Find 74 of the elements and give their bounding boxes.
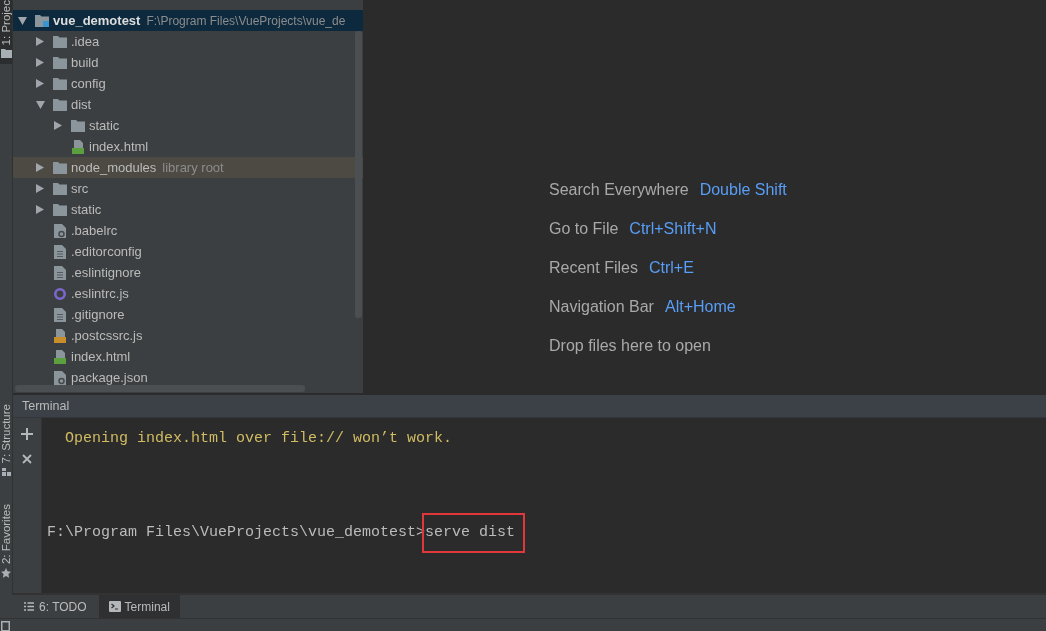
ring-icon	[54, 287, 66, 300]
caret-right-icon[interactable]	[36, 205, 44, 214]
blocks-icon	[1, 467, 11, 476]
vertical-scrollbar-thumb[interactable]	[355, 31, 362, 318]
tree-row[interactable]: config	[13, 73, 363, 94]
hint-text: Go to File	[549, 219, 619, 239]
file-ring-icon	[54, 223, 66, 238]
tree-row[interactable]: .editorconfig	[13, 241, 363, 262]
folder-icon	[53, 98, 67, 111]
path-text: F:\Program Files\VueProjects\vue_de	[146, 12, 346, 29]
tree-row[interactable]: package.json	[13, 367, 363, 388]
file-ring-icon	[54, 370, 66, 385]
tree-row[interactable]: src	[13, 178, 363, 199]
tagged-file-icon	[54, 328, 66, 343]
tree-row[interactable]: static	[13, 199, 363, 220]
tree-row[interactable]: build	[13, 52, 363, 73]
hint-text: Search Everywhere	[549, 180, 689, 200]
tree-row[interactable]: .postcssrc.js	[13, 325, 363, 346]
file-icon	[54, 244, 66, 259]
caret-down-icon[interactable]	[36, 100, 45, 109]
tool-window-tab[interactable]: Terminal	[98, 595, 180, 618]
caret-right-icon[interactable]	[36, 37, 44, 46]
library-note: library root	[162, 159, 224, 176]
tree-row[interactable]: index.html	[13, 136, 363, 157]
folder-icon	[53, 77, 67, 90]
folder-icon	[53, 182, 67, 195]
shortcut-text: Ctrl+Shift+N	[629, 219, 717, 239]
hint-text: Recent Files	[549, 258, 638, 278]
tree-row[interactable]: .babelrc	[13, 220, 363, 241]
close-icon[interactable]	[22, 454, 32, 464]
tool-window-tab[interactable]: 7: Structure	[0, 404, 12, 482]
hint-text: Navigation Bar	[549, 297, 654, 317]
star-icon	[1, 568, 11, 578]
tree-row[interactable]: .gitignore	[13, 304, 363, 325]
caret-right-icon[interactable]	[36, 163, 44, 172]
tool-window-tab[interactable]: 2: Favorites	[0, 503, 12, 584]
caret-right-icon[interactable]	[36, 58, 44, 67]
terminal-prompt: F:\Program Files\VueProjects\vue_demotest>	[47, 524, 426, 542]
folder-icon	[53, 161, 67, 174]
tree-row[interactable]: dist	[13, 94, 363, 115]
tree-row[interactable]: index.html	[13, 346, 363, 367]
horizontal-scrollbar-thumb[interactable]	[15, 385, 305, 392]
shortcut-text: Double Shift	[699, 180, 787, 200]
tree-row[interactable]: .eslintrc.js	[13, 283, 363, 304]
panel-title: Terminal	[22, 397, 70, 415]
tree-row[interactable]: node_modules library root	[13, 157, 363, 178]
tool-window-tab[interactable]: 6: TODO	[18, 595, 93, 618]
tool-window-tab[interactable]: 1: Projec	[0, 0, 12, 65]
caret-down-icon[interactable]	[18, 16, 27, 25]
tree-row[interactable]: .eslintignore	[13, 262, 363, 283]
file-icon	[54, 307, 66, 322]
folder-icon	[53, 56, 67, 69]
folder-icon	[53, 203, 67, 216]
folder-icon	[71, 119, 85, 132]
file-icon	[54, 265, 66, 280]
project-folder-icon	[35, 14, 49, 27]
folder-icon	[0, 49, 12, 59]
terminal-command: serve dist	[425, 524, 516, 541]
caret-right-icon[interactable]	[36, 184, 44, 193]
hint-text: Drop files here to open	[549, 336, 711, 356]
terminal-icon	[108, 601, 121, 612]
tree-row[interactable]: .idea	[13, 31, 363, 52]
list-icon	[24, 602, 34, 611]
shortcut-text: Alt+Home	[664, 297, 736, 317]
folder-icon	[53, 35, 67, 48]
caret-right-icon[interactable]	[54, 121, 62, 130]
add-icon[interactable]	[21, 428, 33, 440]
tree-row[interactable]: vue_demotest F:\Program Files\VueProjects\vue_de	[13, 10, 363, 31]
tagged-file-icon	[72, 139, 84, 154]
terminal-output: Opening index.html over file:// won’t work.	[65, 430, 453, 448]
tagged-file-icon	[54, 349, 66, 364]
caret-right-icon[interactable]	[36, 79, 44, 88]
tree-row[interactable]: static	[13, 115, 363, 136]
shortcut-text: Ctrl+E	[648, 258, 694, 278]
